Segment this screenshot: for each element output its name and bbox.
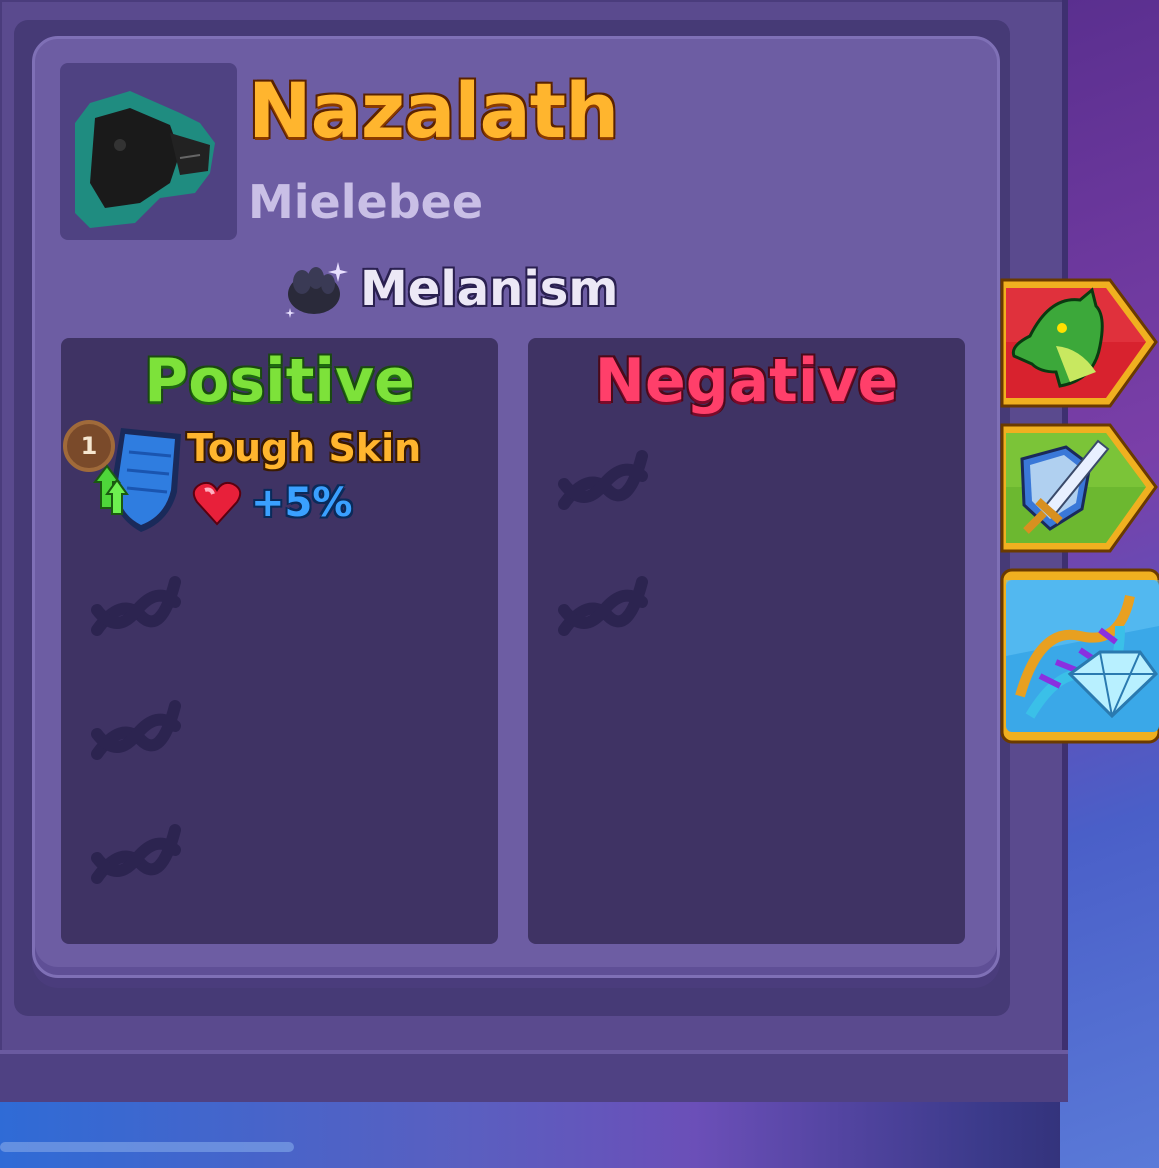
dragon-head-icon	[1000, 278, 1158, 408]
positive-heading: Positive	[144, 346, 415, 416]
scrollbar[interactable]	[0, 1142, 294, 1152]
melanism-claw-icon	[285, 262, 348, 318]
empty-trait-slot	[558, 440, 648, 520]
tab-combat[interactable]	[1000, 421, 1159, 556]
sword-shield-icon	[1000, 423, 1158, 553]
dna-icon	[91, 824, 181, 884]
heart-icon	[192, 481, 242, 526]
creature-head-icon	[75, 91, 215, 228]
empty-trait-slot	[91, 566, 181, 646]
creature-portrait	[60, 63, 237, 240]
negative-traits-panel: Negative	[528, 338, 965, 944]
shield-icon	[93, 428, 181, 532]
tab-creature-info[interactable]	[1000, 276, 1159, 411]
dna-icon	[558, 576, 648, 636]
trait-stat-value: +5%	[251, 480, 353, 526]
mutation-label: Melanism	[360, 261, 619, 317]
tab-genetics[interactable]	[1000, 566, 1159, 746]
negative-heading: Negative	[594, 346, 899, 416]
dna-gem-icon	[1000, 568, 1159, 744]
empty-trait-slot	[91, 690, 181, 770]
empty-trait-slot	[91, 814, 181, 894]
creature-name: Nazalath	[248, 66, 619, 155]
dna-icon	[91, 700, 181, 760]
empty-trait-slot	[558, 566, 648, 646]
mutation-row: Melanism	[280, 252, 618, 326]
trait-tough-skin[interactable]: 1 Tough Skin +5%	[61, 418, 498, 538]
trait-name: Tough Skin	[187, 426, 422, 470]
dna-icon	[558, 450, 648, 510]
dna-icon	[91, 576, 181, 636]
window-bottom-edge	[0, 1050, 1068, 1102]
creature-species: Mielebee	[248, 175, 484, 229]
positive-traits-panel: Positive 1 Tough Skin +5%	[61, 338, 498, 944]
